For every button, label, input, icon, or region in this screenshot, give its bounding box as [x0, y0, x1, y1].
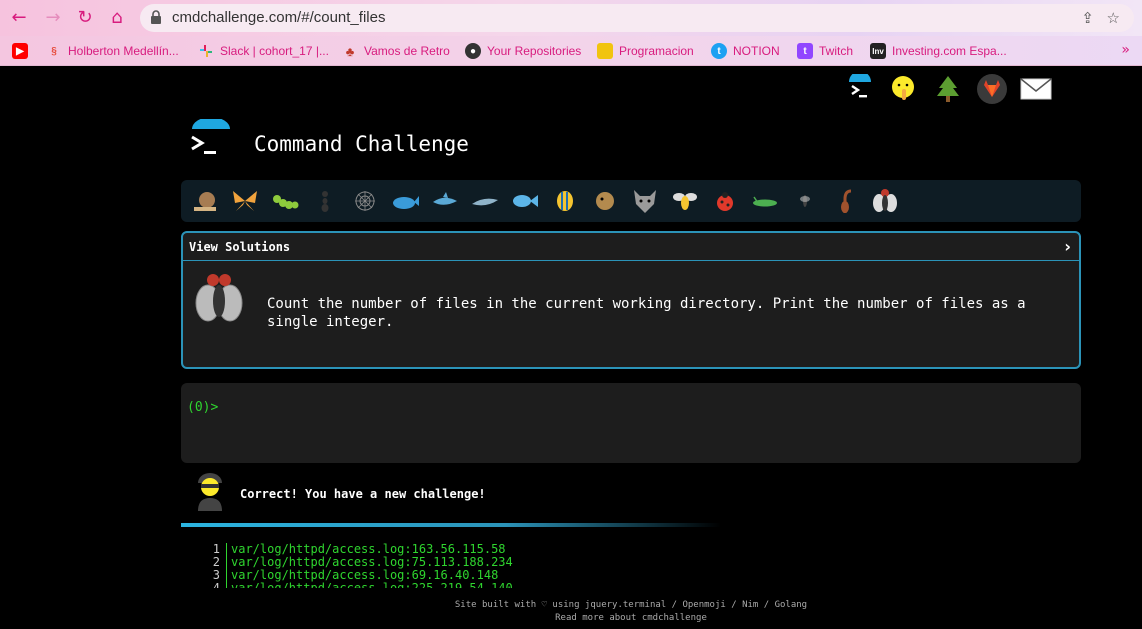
ant-icon[interactable] — [309, 185, 341, 217]
whale-icon[interactable] — [389, 185, 421, 217]
challenge-selector — [181, 180, 1081, 222]
seahorse-icon: § — [51, 45, 57, 57]
command-output: 1 var/log/httpd/access.log:163.56.115.58… — [210, 543, 513, 588]
bee-icon[interactable] — [669, 185, 701, 217]
tree-icon[interactable] — [932, 73, 964, 105]
output-line: 3 var/log/httpd/access.log:69.16.40.148 — [210, 569, 513, 582]
page: Command Challenge View Solutions › Count… — [0, 67, 1142, 629]
spider-web-icon[interactable] — [349, 185, 381, 217]
shushing-face-icon[interactable] — [888, 73, 920, 105]
line-number: 3 — [212, 568, 220, 582]
top-nav — [844, 73, 1052, 105]
lock-icon — [151, 10, 161, 24]
hat-icon: ♣ — [345, 43, 355, 59]
line-text: var/log/httpd/access.log:225.219.54.140 — [226, 582, 513, 588]
reload-icon[interactable]: ↻ — [74, 7, 96, 29]
folder-icon — [597, 43, 613, 59]
back-icon[interactable]: ← — [8, 7, 30, 29]
line-text: var/log/httpd/access.log:69.16.40.148 — [226, 569, 498, 582]
chevron-right-icon[interactable]: › — [1064, 237, 1071, 256]
shark-icon[interactable] — [429, 185, 461, 217]
gitlab-icon[interactable] — [976, 73, 1008, 105]
ladybug-icon[interactable] — [709, 185, 741, 217]
success-message: Correct! You have a new challenge! — [240, 487, 486, 501]
footer-credits[interactable]: Site built with ♡ using jquery.terminal … — [0, 599, 1142, 612]
slack-icon — [198, 43, 214, 59]
bookmark-holberton[interactable]: § Holberton Medellín... — [46, 42, 179, 60]
bookmark-youtube[interactable]: ▶ — [12, 42, 28, 60]
challenge-description: Count the number of files in the current… — [267, 296, 1026, 330]
terminal-prompt: (0)> — [187, 400, 219, 415]
butterfly-icon[interactable] — [229, 185, 261, 217]
ninja-icon — [198, 473, 222, 511]
snail-icon[interactable] — [189, 185, 221, 217]
github-icon: ● — [465, 43, 481, 59]
twitch-icon: t — [797, 43, 813, 59]
divider — [181, 523, 721, 527]
view-solutions-toggle[interactable]: View Solutions › — [183, 233, 1079, 261]
bookmark-vamos-de-retro[interactable]: ♣ Vamos de Retro — [342, 42, 450, 60]
caterpillar-icon[interactable] — [269, 185, 301, 217]
output-line: 4 var/log/httpd/access.log:225.219.54.14… — [210, 582, 513, 588]
site-header: Command Challenge — [190, 117, 469, 161]
blowfish-icon[interactable] — [589, 185, 621, 217]
fish-icon[interactable] — [509, 185, 541, 217]
fly-icon[interactable] — [869, 185, 901, 217]
address-bar[interactable]: cmdchallenge.com/#/count_files ⇪ ☆ — [140, 4, 1134, 32]
share-icon[interactable]: ⇪ — [1081, 9, 1094, 27]
page-title: Command Challenge — [254, 132, 469, 156]
cricket-icon[interactable] — [749, 185, 781, 217]
investing-icon: Inv — [870, 43, 886, 59]
dolphin-icon[interactable] — [469, 185, 501, 217]
youtube-icon: ▶ — [12, 43, 28, 59]
mosquito-icon[interactable] — [789, 185, 821, 217]
line-number: 4 — [210, 582, 226, 588]
bookmark-repositories[interactable]: ● Your Repositories — [465, 42, 581, 60]
browser-toolbar: ← → ↻ ⌂ cmdchallenge.com/#/count_files ⇪… — [0, 0, 1142, 36]
tropical-fish-icon[interactable] — [549, 185, 581, 217]
twitter-icon: t — [711, 43, 727, 59]
wolf-icon[interactable] — [629, 185, 661, 217]
bookmark-star-icon[interactable]: ☆ — [1107, 9, 1120, 27]
url-text: cmdchallenge.com/#/count_files — [172, 9, 386, 26]
bookmark-programacion[interactable]: Programacion — [597, 42, 694, 60]
scorpion-icon[interactable] — [829, 185, 861, 217]
terminal-icon[interactable] — [844, 73, 876, 105]
envelope-icon[interactable] — [1020, 73, 1052, 105]
view-solutions-label: View Solutions — [189, 240, 291, 254]
bookmarks-more-icon[interactable]: » — [1121, 42, 1130, 58]
bookmarks-bar: ▶ § Holberton Medellín... Slack | cohort… — [0, 36, 1142, 66]
forward-icon[interactable]: → — [42, 7, 64, 29]
status-message: Correct! You have a new challenge! — [194, 471, 486, 511]
footer-about-link[interactable]: Read more about cmdchallenge — [0, 612, 1142, 625]
challenge-panel: View Solutions › Count the number of fil… — [181, 231, 1081, 369]
bookmark-notion[interactable]: t NOTION — [711, 42, 780, 60]
bookmark-twitch[interactable]: t Twitch — [797, 42, 853, 60]
home-icon[interactable]: ⌂ — [106, 7, 128, 29]
bookmark-slack[interactable]: Slack | cohort_17 |... — [198, 42, 329, 60]
terminal[interactable]: (0)> — [181, 383, 1081, 463]
bookmark-investing[interactable]: Inv Investing.com Espa... — [870, 42, 1007, 60]
fly-icon — [195, 274, 243, 322]
cmdchallenge-logo-icon[interactable] — [190, 117, 232, 161]
site-footer: Site built with ♡ using jquery.terminal … — [0, 599, 1142, 625]
